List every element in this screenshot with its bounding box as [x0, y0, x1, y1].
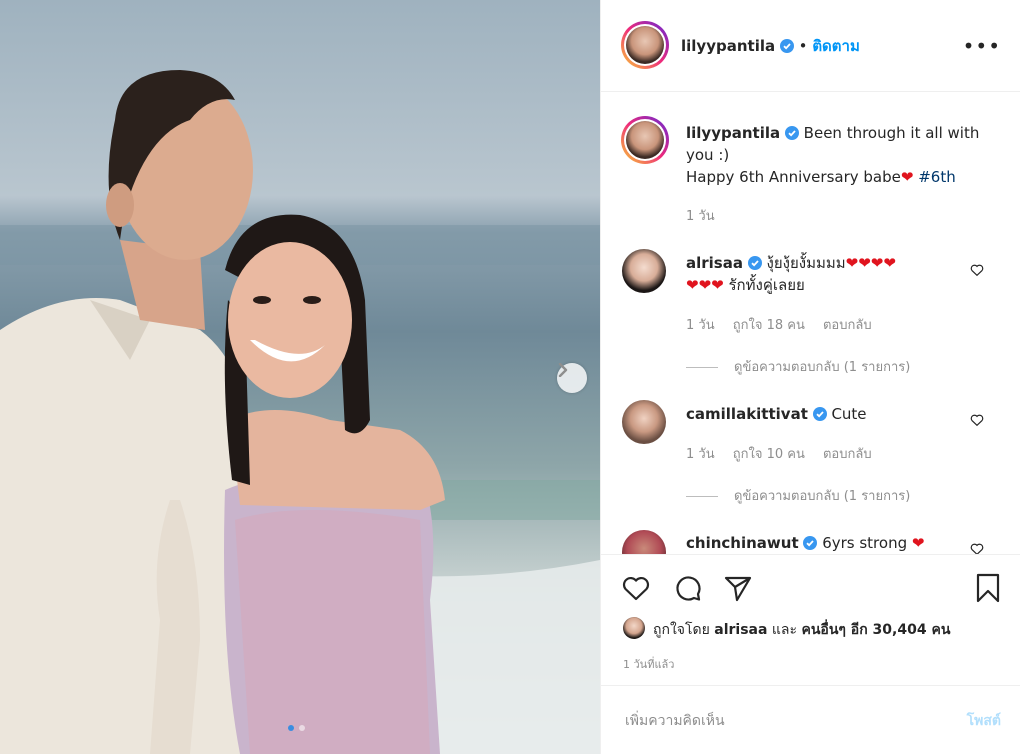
- verified-badge-icon: [779, 39, 794, 53]
- likes-others-button[interactable]: คนอื่นๆ อีก 30,404 คน: [801, 622, 950, 638]
- comment-username[interactable]: camillakittivat: [686, 405, 808, 423]
- heart-emojis: ❤❤❤: [686, 276, 724, 294]
- like-heart-icon[interactable]: [619, 571, 653, 605]
- comment-body: งุ้ยงุ้ยงั้มมมม: [766, 254, 846, 272]
- comment-like-heart-icon[interactable]: [969, 541, 985, 554]
- save-bookmark-icon[interactable]: [971, 571, 1005, 605]
- likes-summary: ถูกใจโดย alrisaa และ คนอื่นๆ อีก 30,404 …: [653, 619, 950, 641]
- follow-button[interactable]: ติดตาม: [812, 37, 860, 55]
- share-paper-plane-icon[interactable]: [721, 571, 755, 605]
- verified-badge-icon: [803, 536, 818, 550]
- reply-button[interactable]: ตอบกลับ: [823, 318, 872, 333]
- comment-time[interactable]: 1 วัน: [686, 447, 715, 462]
- comment-username[interactable]: chinchinawut: [686, 534, 799, 552]
- comment-bubble-icon[interactable]: [671, 571, 705, 605]
- caption-text: lilyypantila Been through it all with yo…: [686, 122, 996, 188]
- verified-badge-icon: [812, 407, 827, 421]
- comment-meta-2: 1 วัน ถูกใจ 10 คน ตอบกลับ: [686, 443, 886, 464]
- verified-badge-icon: [784, 126, 799, 140]
- comment-body-line-2: รักทั้งคู่เลยย: [728, 276, 805, 294]
- likes-conj: และ: [771, 622, 798, 638]
- photo-illustration: [0, 70, 600, 754]
- post-comment-button[interactable]: โพสต์: [967, 710, 1001, 732]
- header-separator: •: [798, 37, 808, 55]
- carousel-dot-1: [288, 725, 294, 731]
- comment-body: 6yrs strong: [822, 534, 908, 552]
- post-side-panel: lilyypantila • ติดตาม ••• lilyypantila B…: [600, 0, 1020, 754]
- post-photo[interactable]: [0, 0, 600, 754]
- verified-badge-icon: [747, 256, 762, 270]
- author-avatar[interactable]: [621, 21, 669, 69]
- comments-list[interactable]: lilyypantila Been through it all with yo…: [601, 92, 1020, 554]
- view-replies-label: ดูข้อความตอบกลับ (1 รายการ): [734, 360, 911, 375]
- comment-like-heart-icon[interactable]: [969, 262, 985, 278]
- caption-avatar[interactable]: [621, 116, 669, 164]
- add-comment-input[interactable]: [623, 708, 947, 734]
- add-comment-section: โพสต์: [601, 685, 1020, 755]
- caption-line-1: Been through it all with: [803, 124, 980, 142]
- header-user-line: lilyypantila • ติดตาม: [681, 34, 860, 58]
- comment-avatar-alrisaa[interactable]: [622, 249, 666, 293]
- comment-text-1: alrisaa งุ้ยงุ้ยงั้มมมม❤❤❤❤ ❤❤❤ รักทั้งค…: [686, 252, 976, 296]
- comment-likes[interactable]: ถูกใจ 10 คน: [733, 447, 805, 462]
- caption-line-3: Happy 6th Anniversary babe: [686, 168, 901, 186]
- liker-avatar[interactable]: [623, 617, 645, 639]
- post-time[interactable]: 1 วันที่แล้ว: [623, 655, 674, 673]
- caption-line-2: you :): [686, 146, 730, 164]
- comment-likes[interactable]: ถูกใจ 18 คน: [733, 318, 805, 333]
- carousel-indicator: [288, 725, 305, 731]
- view-replies-button[interactable]: ดูข้อความตอบกลับ (1 รายการ): [686, 485, 910, 506]
- heart-emojis: ❤❤❤❤: [845, 254, 896, 272]
- instagram-post-viewer: lilyypantila • ติดตาม ••• lilyypantila B…: [0, 0, 1020, 754]
- next-slide-button[interactable]: [557, 363, 587, 393]
- post-header: lilyypantila • ติดตาม •••: [601, 0, 1020, 92]
- replies-divider: [686, 367, 718, 368]
- comment-text-2: camillakittivat Cute: [686, 403, 976, 425]
- reply-button[interactable]: ตอบกลับ: [823, 447, 872, 462]
- comment-like-heart-icon[interactable]: [969, 412, 985, 428]
- caption-username[interactable]: lilyypantila: [686, 124, 780, 142]
- chevron-right-icon: [558, 363, 568, 377]
- likes-prefix: ถูกใจโดย: [653, 622, 710, 638]
- caption-time[interactable]: 1 วัน: [686, 209, 715, 224]
- caption-meta: 1 วัน: [686, 205, 729, 226]
- comment-avatar-chinchinawut[interactable]: [622, 530, 666, 554]
- more-options-button[interactable]: •••: [963, 34, 1001, 58]
- view-replies-button[interactable]: ดูข้อความตอบกลับ (1 รายการ): [686, 356, 910, 377]
- post-actions: ถูกใจโดย alrisaa และ คนอื่นๆ อีก 30,404 …: [601, 554, 1020, 754]
- author-username[interactable]: lilyypantila: [681, 37, 775, 55]
- comment-avatar-camillakittivat[interactable]: [622, 400, 666, 444]
- heart-emoji: ❤: [911, 534, 925, 552]
- replies-divider: [686, 496, 718, 497]
- comment-time[interactable]: 1 วัน: [686, 318, 715, 333]
- view-replies-label: ดูข้อความตอบกลับ (1 รายการ): [734, 489, 911, 504]
- liker-username[interactable]: alrisaa: [714, 622, 767, 638]
- comment-body: Cute: [831, 405, 867, 423]
- heart-emoji: ❤: [900, 168, 914, 186]
- hashtag-link[interactable]: #6th: [918, 168, 956, 186]
- carousel-dot-2: [299, 725, 305, 731]
- comment-username[interactable]: alrisaa: [686, 254, 743, 272]
- comment-meta-1: 1 วัน ถูกใจ 18 คน ตอบกลับ: [686, 314, 886, 335]
- comment-text-3: chinchinawut 6yrs strong ❤: [686, 532, 976, 554]
